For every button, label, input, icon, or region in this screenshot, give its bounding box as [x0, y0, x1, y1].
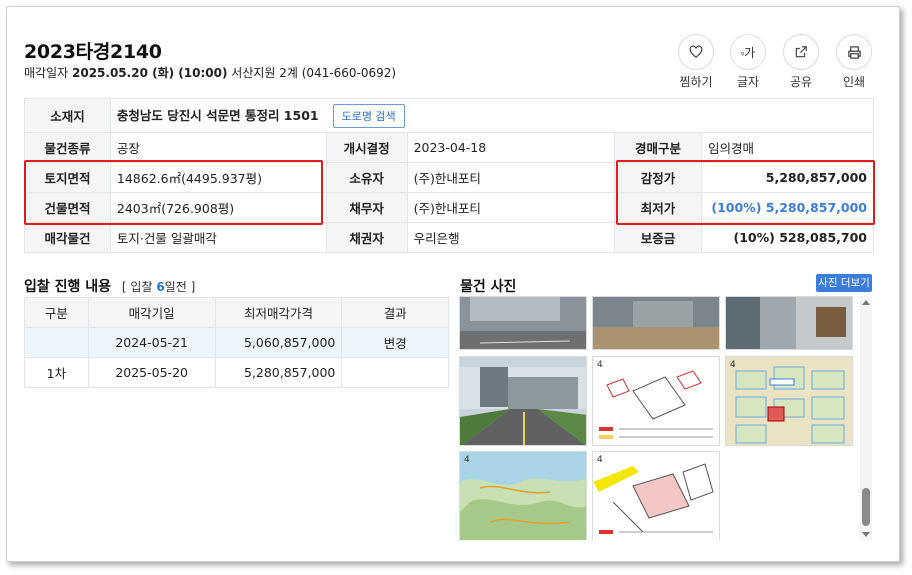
bid-round: [24, 327, 89, 358]
scroll-down-arrow-icon[interactable]: [862, 532, 870, 537]
creditor-label: 채권자: [325, 222, 408, 253]
min-price-value: (100%) 5,280,857,000: [700, 192, 875, 223]
bid-date: 2024-05-21: [87, 327, 216, 358]
svg-text:4: 4: [730, 360, 736, 370]
sale-date-label: 매각일자: [24, 66, 69, 80]
svg-text:4: 4: [597, 455, 603, 465]
photo-thumbnail[interactable]: [459, 356, 587, 446]
more-photos-button[interactable]: 사진 더보기: [816, 274, 872, 292]
road-name-search-button[interactable]: 도로명 검색: [332, 103, 405, 128]
bid-countdown: [ 입찰 6일전 ]: [122, 280, 195, 294]
bid-days-left: 6: [156, 280, 165, 294]
print-icon: [847, 45, 861, 59]
debtor-value: (주)한내포티: [406, 192, 616, 223]
building-area-value: 2403㎡(726.908평): [109, 192, 327, 223]
sale-date: 2025.05.20 (화) (10:00): [72, 66, 228, 80]
property-info-table: 소재지 충청남도 당진시 석문면 통정리 1501 도로명 검색 물건종류 공장…: [24, 98, 875, 253]
court-info: 서산지원 2계 (041-660-0692): [231, 66, 397, 80]
start-value: 2023-04-18: [406, 132, 616, 163]
bid-price: 5,280,857,000: [214, 357, 343, 388]
location-label: 소재지: [24, 98, 111, 133]
location-cell: 충청남도 당진시 석문면 통정리 1501 도로명 검색: [109, 98, 875, 133]
bid-col-round: 구분: [24, 297, 89, 328]
appraisal-value: 5,280,857,000: [700, 162, 875, 193]
bid-col-result: 결과: [341, 297, 449, 328]
min-price-label: 최저가: [614, 192, 702, 223]
print-button[interactable]: 인쇄: [834, 34, 874, 90]
photo-thumbnail[interactable]: [725, 296, 853, 350]
photo-thumbnail[interactable]: [459, 296, 587, 350]
debtor-label: 채무자: [325, 192, 408, 223]
svg-text:4: 4: [597, 360, 603, 370]
photo-thumbnail[interactable]: 4: [725, 356, 853, 446]
building-area-label: 건물면적: [24, 192, 111, 223]
font-size-icon: ᵍ가: [740, 45, 756, 60]
bid-price: 5,060,857,000: [214, 327, 343, 358]
type-value: 공장: [109, 132, 327, 163]
gallery-scrollbar[interactable]: [860, 296, 872, 540]
heart-icon: [689, 45, 703, 59]
photo-thumbnail[interactable]: 4: [592, 356, 720, 446]
bid-date: 2025-05-20: [87, 357, 216, 388]
bid-result: 변경: [341, 327, 449, 358]
type-label: 물건종류: [24, 132, 111, 163]
photo-gallery: 4 4 4 4: [459, 296, 875, 540]
land-area-value: 14862.6㎡(4495.937평): [109, 162, 327, 193]
photo-thumbnail[interactable]: 4: [592, 451, 720, 540]
creditor-value: 우리은행: [406, 222, 616, 253]
sale-object-label: 매각물건: [24, 222, 111, 253]
land-area-label: 토지면적: [24, 162, 111, 193]
bid-col-date: 매각기일: [87, 297, 216, 328]
photo-section-title: 물건 사진: [460, 279, 517, 295]
deposit-label: 보증금: [614, 222, 702, 253]
favorite-label: 찜하기: [679, 75, 713, 89]
font-size-label: 글자: [736, 75, 760, 89]
share-icon: [795, 46, 807, 58]
print-label: 인쇄: [842, 75, 866, 89]
bid-title-text: 입찰 진행 내용: [24, 279, 112, 295]
font-size-button[interactable]: ᵍ가 글자: [728, 34, 768, 90]
bid-countdown-suffix: 일전 ]: [164, 280, 196, 294]
sale-info: 매각일자 2025.05.20 (화) (10:00) 서산지원 2계 (041…: [24, 64, 396, 81]
deposit-value: (10%) 528,085,700: [700, 222, 875, 253]
photo-thumbnail[interactable]: 4: [459, 451, 587, 540]
auction-kind-value: 임의경매: [700, 132, 875, 163]
share-label: 공유: [789, 75, 813, 89]
owner-label: 소유자: [325, 162, 408, 193]
auction-kind-label: 경매구분: [614, 132, 702, 163]
scroll-up-arrow-icon[interactable]: [862, 300, 870, 305]
bid-section-title: 입찰 진행 내용 [ 입찰 6일전 ]: [24, 276, 195, 296]
table-row: 2024-05-21 5,060,857,000 변경: [24, 327, 449, 358]
bid-countdown-prefix: [ 입찰: [121, 280, 153, 294]
start-label: 개시결정: [325, 132, 408, 163]
sale-object-value: 토지·건물 일괄매각: [109, 222, 327, 253]
photo-thumbnail[interactable]: [592, 296, 720, 350]
table-row: 1차 2025-05-20 5,280,857,000: [24, 357, 449, 388]
favorite-button[interactable]: 찜하기: [676, 34, 716, 90]
owner-value: (주)한내포티: [406, 162, 616, 193]
scrollbar-thumb[interactable]: [862, 488, 870, 526]
share-button[interactable]: 공유: [781, 34, 821, 90]
case-number: 2023타경2140: [24, 41, 162, 63]
appraisal-label: 감정가: [614, 162, 702, 193]
bid-result: [341, 357, 449, 388]
bid-history-table: 구분 매각기일 최저매각가격 결과 2024-05-21 5,060,857,0…: [24, 297, 449, 388]
action-toolbar: 찜하기 ᵍ가 글자 공유 인쇄: [676, 34, 876, 90]
svg-text:4: 4: [464, 455, 470, 465]
location-address: 충청남도 당진시 석문면 통정리 1501: [116, 107, 319, 123]
bid-round: 1차: [24, 357, 89, 388]
bid-col-price: 최저매각가격: [214, 297, 343, 328]
